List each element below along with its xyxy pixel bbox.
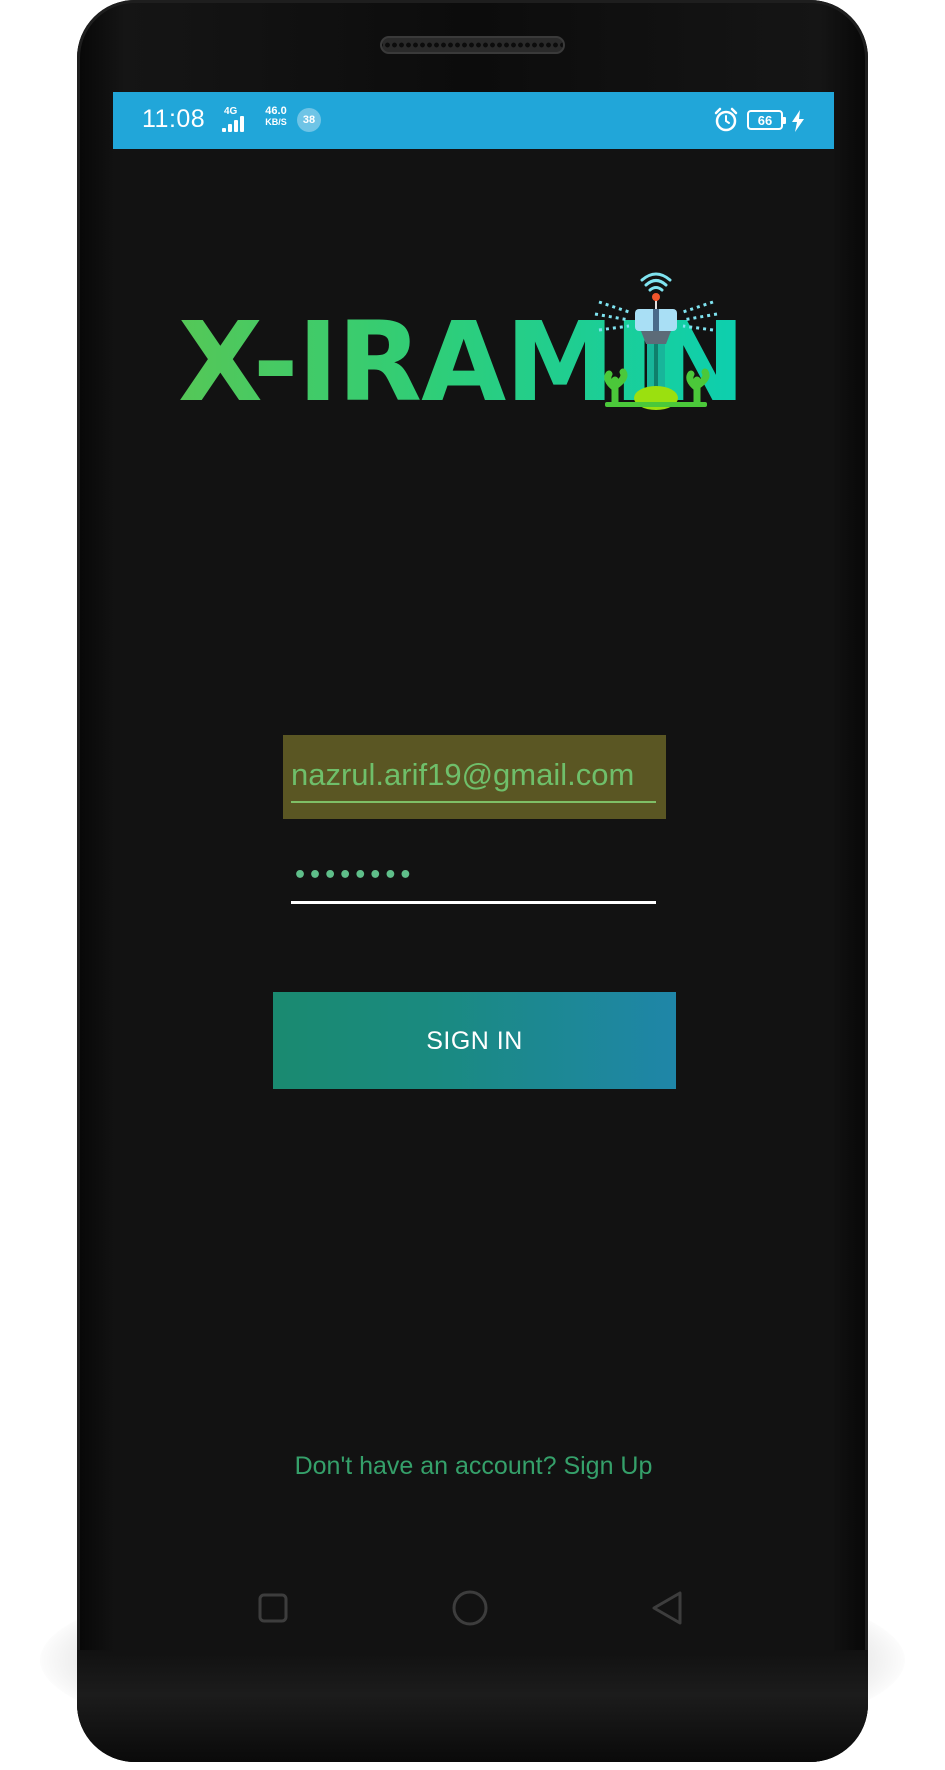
charging-icon <box>792 110 804 132</box>
network-speed: 46.0 KB/S <box>259 106 293 128</box>
password-value: •••••••• <box>293 863 414 888</box>
email-underline <box>291 801 656 803</box>
password-field[interactable]: •••••••• <box>291 857 656 917</box>
network-type: 4G <box>224 106 238 117</box>
alarm-icon <box>714 107 738 132</box>
status-time: 11:08 <box>142 105 206 133</box>
speaker-grille <box>380 36 565 54</box>
app-logo: X-IRAMIN <box>178 252 778 432</box>
email-field[interactable]: nazrul.arif19@gmail.com <box>283 735 666 819</box>
app-screen: 11:08 4G 46.0 KB/S 38 66 X-IRAMIN nazrul… <box>113 92 834 1654</box>
device-mockup: 11:08 4G 46.0 KB/S 38 66 X-IRAMIN nazrul… <box>0 0 945 1770</box>
sign-up-link[interactable]: Don't have an account? Sign Up <box>113 1452 834 1481</box>
battery-level: 66 <box>757 113 773 128</box>
sign-in-button[interactable]: SIGN IN <box>273 992 676 1089</box>
password-underline <box>291 901 656 904</box>
notification-count-badge: 38 <box>297 108 321 132</box>
recents-icon[interactable] <box>253 1588 293 1628</box>
signal-icon: 4G <box>216 106 256 136</box>
network-speed-value: 46.0 <box>265 105 287 117</box>
sprinkler-tower-icon <box>594 272 718 410</box>
back-icon[interactable] <box>648 1588 688 1628</box>
battery-icon: 66 <box>747 110 786 130</box>
status-bar: 11:08 4G 46.0 KB/S 38 66 <box>113 92 834 149</box>
email-value: nazrul.arif19@gmail.com <box>291 757 635 792</box>
phone-chin <box>77 1650 868 1762</box>
navigation-bar <box>113 1560 834 1654</box>
home-icon[interactable] <box>450 1588 490 1628</box>
network-speed-unit: KB/S <box>265 117 287 127</box>
